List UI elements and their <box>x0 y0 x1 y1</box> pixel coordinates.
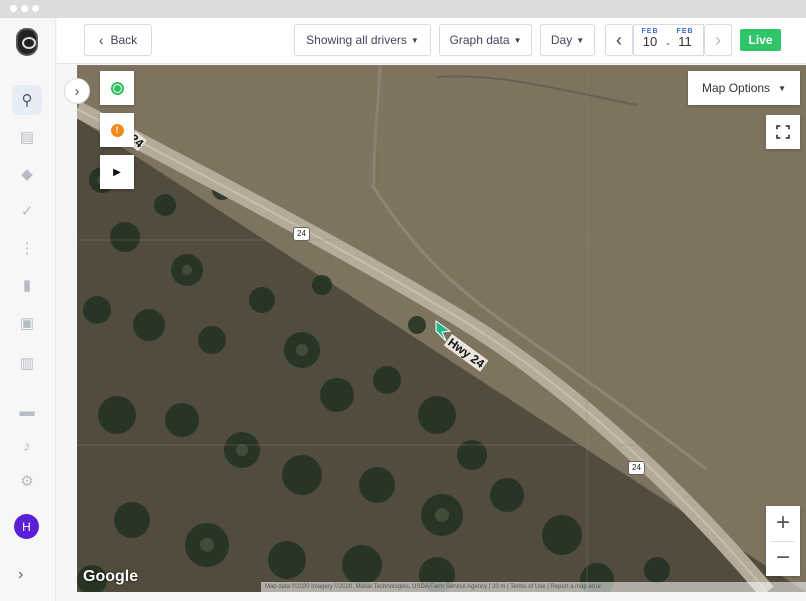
dropdown-caret-icon: ▼ <box>778 83 786 93</box>
title-bar <box>0 0 806 18</box>
chevron-right-icon: › <box>74 82 80 100</box>
user-avatar[interactable]: H <box>14 514 39 539</box>
map-options-dropdown[interactable]: Map Options ▼ <box>688 71 800 105</box>
maintenance-wrench-icon[interactable]: ✓ <box>12 196 42 226</box>
period-dropdown[interactable]: Day ▼ <box>540 24 595 56</box>
dashboard-map-icon[interactable]: ⚲ <box>12 85 42 115</box>
reports-icon[interactable]: ▥ <box>12 348 42 378</box>
next-date-button[interactable]: › <box>704 24 732 56</box>
documents-icon[interactable]: ▣ <box>12 308 42 338</box>
driver-filter-label: Showing all drivers <box>306 33 407 47</box>
top-toolbar: ‹ Back Showing all drivers ▼ Graph data … <box>57 18 806 64</box>
window-dot <box>21 5 28 12</box>
window-dot <box>10 5 17 12</box>
app-window: ⚲ ▤ ◆ ✓ ⋮ ▮ ▣ ▥ ▬ ♪ ⚙ H › ‹ Back Showing… <box>0 0 806 601</box>
zoom-out-button[interactable]: − <box>776 542 790 576</box>
sidebar: ⚲ ▤ ◆ ✓ ⋮ ▮ ▣ ▥ ▬ ♪ ⚙ H › <box>0 18 56 601</box>
window-dot <box>32 5 39 12</box>
fuel-icon[interactable]: ▮ <box>12 270 42 300</box>
warning-icon: ! <box>110 123 124 137</box>
fullscreen-button[interactable] <box>766 115 800 149</box>
graph-data-dropdown[interactable]: Graph data ▼ <box>439 24 532 56</box>
warning-status-button[interactable]: ! <box>100 113 134 147</box>
trips-icon[interactable]: ▤ <box>12 122 42 152</box>
date-range[interactable]: FEB 10 - FEB 11 <box>633 24 704 56</box>
chevron-left-icon: ‹ <box>98 32 104 48</box>
back-button[interactable]: ‹ Back <box>84 24 152 56</box>
map-options-label: Map Options <box>702 81 771 95</box>
expand-panel-button[interactable]: › <box>64 78 90 104</box>
back-label: Back <box>110 33 138 47</box>
satellite-map[interactable] <box>77 65 806 592</box>
dropdown-caret-icon: ▼ <box>410 35 419 45</box>
previous-date-button[interactable]: ‹ <box>605 24 633 56</box>
alerts-bell-icon[interactable]: ♪ <box>12 431 42 461</box>
graph-data-label: Graph data <box>449 33 510 47</box>
dropdown-caret-icon: ▼ <box>576 35 585 45</box>
date-separator: - <box>666 36 670 50</box>
map-attribution[interactable]: Map data ©2020 Imagery ©2020, Maxar Tech… <box>261 582 806 592</box>
dropdown-caret-icon: ▼ <box>513 35 522 45</box>
google-logo: Google <box>83 568 139 585</box>
route-shield-icon: 24 <box>293 227 310 241</box>
date-end: FEB 11 <box>673 25 697 49</box>
settings-gear-icon[interactable]: ⚙ <box>12 466 42 496</box>
playback-button[interactable]: ▶ <box>100 155 134 189</box>
live-button[interactable]: Live <box>740 29 781 51</box>
driver-filter-dropdown[interactable]: Showing all drivers ▼ <box>294 24 431 56</box>
fullscreen-icon <box>776 125 790 139</box>
period-label: Day <box>550 33 573 47</box>
routes-icon[interactable]: ⋮ <box>12 233 42 263</box>
safety-shield-icon[interactable]: ◆ <box>12 159 42 189</box>
play-icon: ▶ <box>113 166 121 178</box>
brand-logo[interactable] <box>16 28 38 56</box>
route-shield-icon: 24 <box>628 461 645 475</box>
date-end-day: 11 <box>678 34 692 49</box>
chevron-left-icon: ‹ <box>616 29 622 50</box>
zoom-controls: + − <box>766 506 800 576</box>
date-start: FEB 10 <box>638 25 662 49</box>
chevron-right-icon: › <box>715 29 721 50</box>
active-status-icon <box>110 81 124 95</box>
date-start-day: 10 <box>642 34 658 49</box>
active-status-button[interactable] <box>100 71 134 105</box>
messages-icon[interactable]: ▬ <box>12 396 42 426</box>
expand-sidebar-icon[interactable]: › <box>18 566 23 584</box>
zoom-in-button[interactable]: + <box>776 506 790 541</box>
map-view[interactable]: 24 24 24 Hwy 24 ! ▶ Map Options ▼ + − Go… <box>77 65 806 592</box>
